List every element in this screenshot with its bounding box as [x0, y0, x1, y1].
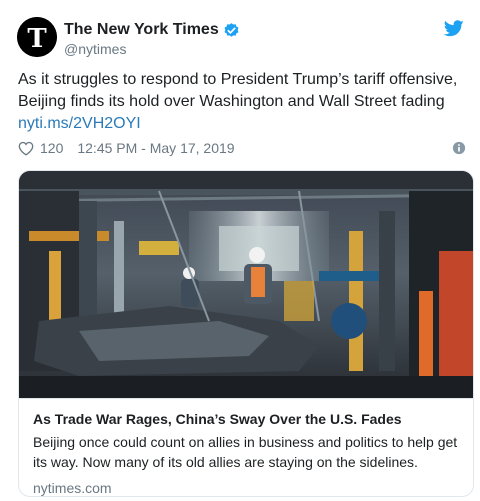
tweet-text-block: As it struggles to respond to President … [18, 69, 468, 135]
svg-text:T: T [27, 24, 47, 54]
heart-icon[interactable] [18, 141, 34, 156]
tweet-text: As it struggles to respond to President … [18, 71, 458, 110]
card-body[interactable]: As Trade War Rages, China’s Sway Over th… [19, 398, 473, 496]
embedded-tweet: T The New York Times @nytimes As it stru… [0, 0, 480, 501]
tweet-link[interactable]: nyti.ms/2VH2OYI [18, 113, 468, 135]
like-count[interactable]: 120 [40, 140, 63, 156]
author-name-row[interactable]: The New York Times [64, 20, 240, 40]
card-image[interactable] [19, 171, 474, 398]
card-title[interactable]: As Trade War Rages, China’s Sway Over th… [33, 410, 461, 429]
twitter-bird-icon[interactable] [444, 20, 464, 37]
card-domain: nytimes.com [33, 480, 112, 496]
author-handle[interactable]: @nytimes [64, 40, 126, 58]
tweet-timestamp[interactable]: 12:45 PM - May 17, 2019 [77, 140, 234, 156]
tweet-meta: 120 12:45 PM - May 17, 2019 [18, 138, 466, 158]
link-card[interactable]: As Trade War Rages, China’s Sway Over th… [18, 170, 474, 497]
card-description: Beijing once could count on allies in bu… [33, 434, 458, 470]
avatar[interactable]: T [17, 17, 57, 57]
author-display-name[interactable]: The New York Times [64, 20, 219, 40]
verified-badge-icon [224, 22, 239, 37]
info-icon[interactable] [452, 141, 466, 155]
nyt-logo-icon: T [17, 17, 57, 57]
